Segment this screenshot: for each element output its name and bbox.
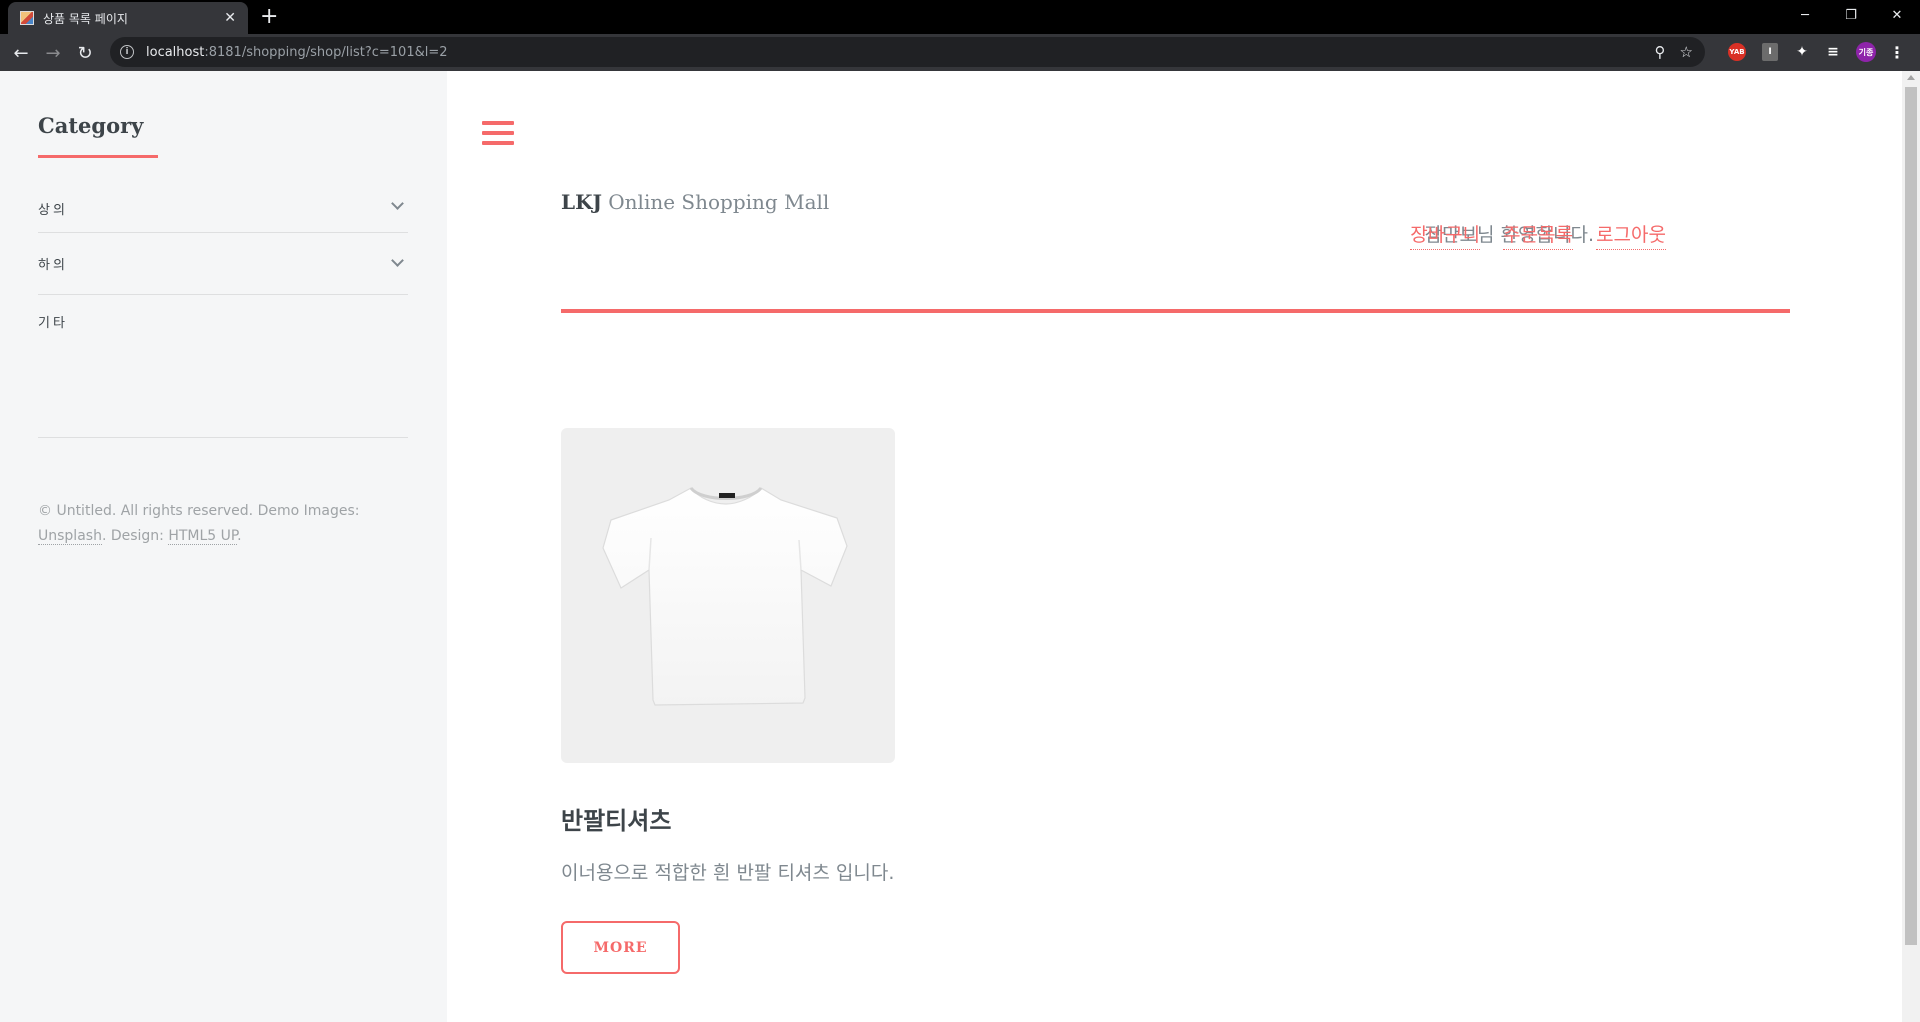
logo-text: Online Shopping Mall: [601, 190, 830, 214]
product-image[interactable]: [561, 428, 895, 763]
product-name[interactable]: 반팔티셔츠: [561, 801, 901, 836]
category-title-underline: [38, 155, 158, 158]
extension-icon[interactable]: I: [1762, 43, 1778, 61]
category-list: 상의 하의 기타: [38, 197, 408, 347]
product-description: 이너용으로 적합한 흰 반팔 티셔츠 입니다.: [561, 862, 895, 884]
hamburger-menu-icon[interactable]: [482, 121, 514, 145]
tab-close-icon[interactable]: ✕: [224, 10, 236, 26]
reload-button[interactable]: ↻: [72, 40, 98, 66]
orders-link[interactable]: 주문목록: [1503, 220, 1574, 250]
forward-button[interactable]: →: [40, 40, 66, 66]
browser-tab-bar: 상품 목록 페이지 ✕ + ─ ❐ ✕: [0, 0, 1920, 34]
category-item-label: 상의: [38, 203, 68, 218]
minimize-button[interactable]: ─: [1782, 0, 1828, 30]
scrollbar-thumb[interactable]: [1905, 87, 1917, 945]
category-item-bottom[interactable]: 하의: [38, 233, 408, 295]
media-control-icon[interactable]: ≡: [1824, 43, 1842, 61]
browser-toolbar: ← → ↻ i localhost:8181/shopping/shop/lis…: [0, 34, 1920, 71]
category-title: Category: [38, 113, 144, 138]
address-bar[interactable]: i localhost:8181/shopping/shop/list?c=10…: [110, 37, 1705, 67]
tab-title: 상품 목록 페이지: [43, 11, 128, 26]
category-item-top[interactable]: 상의: [38, 197, 408, 233]
bookmark-star-icon[interactable]: ☆: [1680, 43, 1693, 61]
url-host: localhost: [146, 44, 205, 60]
browser-menu-icon[interactable]: ⋮: [1889, 43, 1905, 62]
scroll-up-icon[interactable]: [1907, 75, 1915, 80]
favicon-icon: [20, 11, 34, 25]
tshirt-icon: [602, 486, 848, 706]
category-item-label: 기타: [38, 315, 68, 331]
cart-link[interactable]: 장바구니: [1410, 220, 1481, 250]
zoom-icon[interactable]: ⚲: [1655, 43, 1666, 61]
logo-strong: LKJ: [561, 190, 602, 214]
more-button[interactable]: MORE: [561, 921, 680, 974]
unsplash-link[interactable]: Unsplash: [38, 528, 102, 545]
header-divider: [561, 309, 1790, 313]
sidebar: Category 상의 하의 기타 © Untitled. All rights…: [0, 71, 447, 1022]
new-tab-button[interactable]: +: [260, 5, 278, 29]
sidebar-footer: © Untitled. All rights reserved. Demo Im…: [38, 499, 388, 549]
footer-text: . Design:: [101, 528, 169, 544]
chevron-down-icon[interactable]: [391, 254, 404, 267]
logout-link[interactable]: 로그아웃: [1596, 220, 1666, 250]
site-logo[interactable]: LKJ Online Shopping Mall: [561, 190, 829, 214]
footer-text: © Untitled. All rights reserved. Demo Im…: [38, 503, 360, 519]
html5up-link[interactable]: HTML5 UP: [168, 528, 238, 545]
chevron-down-icon[interactable]: [391, 197, 404, 210]
window-close-button[interactable]: ✕: [1874, 0, 1920, 30]
site-info-icon[interactable]: i: [120, 45, 134, 59]
product-card: 반팔티셔츠 이너용으로 적합한 흰 반팔 티셔츠 입니다. MORE: [561, 428, 901, 974]
yab-extension-icon[interactable]: YAB: [1728, 43, 1746, 61]
footer-text: .: [237, 528, 242, 544]
url-path: :8181/shopping/shop/list?c=101&l=2: [204, 44, 448, 60]
category-item-etc[interactable]: 기타: [38, 295, 408, 347]
page-scrollbar[interactable]: [1902, 71, 1920, 1022]
puzzle-icon[interactable]: ✦: [1793, 43, 1811, 61]
restore-button[interactable]: ❐: [1828, 0, 1874, 30]
category-item-label: 하의: [38, 258, 68, 273]
browser-tab[interactable]: 상품 목록 페이지 ✕: [8, 2, 248, 34]
sidebar-divider: [38, 437, 408, 438]
header-nav: 장바구니 주문목록 로그아웃: [1410, 220, 1666, 250]
back-button[interactable]: ←: [8, 40, 34, 66]
profile-avatar[interactable]: 기종: [1856, 42, 1876, 62]
main-content: LKJ Online Shopping Mall 잠만보님 환영합니다. 장바구…: [447, 71, 1902, 1022]
